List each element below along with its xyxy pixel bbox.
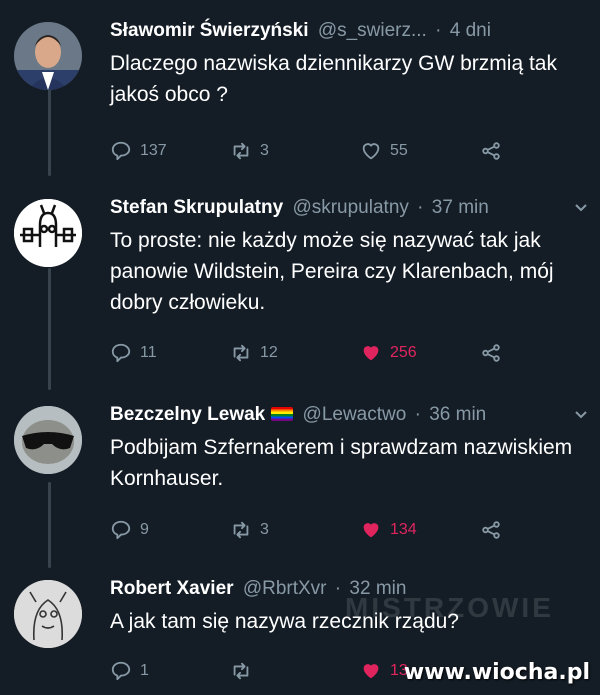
action-bar: 9 3 134 xyxy=(110,517,530,543)
tweet[interactable]: Stefan Skrupulatny @skrupulatny · 37 min… xyxy=(0,195,600,385)
reply-count: 11 xyxy=(140,344,157,361)
like-button[interactable]: 256 xyxy=(360,340,417,366)
avatar-photo xyxy=(14,22,82,90)
reply-button[interactable]: 11 xyxy=(110,340,157,366)
heart-filled-icon xyxy=(363,523,379,538)
retweet-button[interactable]: 12 xyxy=(230,340,278,366)
tweet[interactable]: Bezczelny Lewak @Lewactwo · 36 min Podbi… xyxy=(0,402,600,562)
avatar-drawing xyxy=(14,199,82,267)
tweet-header: Bezczelny Lewak @Lewactwo · 36 min xyxy=(110,402,486,428)
site-watermark: www.wiocha.pl xyxy=(403,660,590,685)
separator-dot: · xyxy=(435,20,442,41)
timestamp[interactable]: 36 min xyxy=(429,404,486,425)
timestamp[interactable]: 4 dni xyxy=(450,20,491,41)
reply-icon xyxy=(111,661,131,681)
reply-icon xyxy=(111,520,131,540)
ghost-watermark: MISTRZOWIE xyxy=(345,592,554,623)
tweet-header: Sławomir Świerzyński @s_swierz... · 4 dn… xyxy=(110,18,491,44)
retweet-icon xyxy=(233,521,249,539)
reply-button[interactable]: 1 xyxy=(110,658,149,684)
retweet-count: 3 xyxy=(260,142,269,159)
author-handle[interactable]: @skrupulatny xyxy=(292,197,408,218)
tweet-text: Podbijam Szfernakerem i sprawdzam nazwis… xyxy=(110,436,573,490)
action-bar: 137 3 55 xyxy=(110,138,530,164)
tweet-text: Dlaczego nazwiska dziennikarzy GW brzmią… xyxy=(110,52,557,106)
like-button[interactable]: 13 xyxy=(360,658,408,684)
retweet-icon xyxy=(233,142,249,160)
author-handle[interactable]: @s_swierz... xyxy=(318,20,427,41)
avatar[interactable] xyxy=(14,22,82,90)
reply-button[interactable]: 137 xyxy=(110,138,167,164)
heart-filled-icon xyxy=(363,346,379,361)
tweet-header: Stefan Skrupulatny @skrupulatny · 37 min xyxy=(110,195,489,221)
tweet[interactable]: Sławomir Świerzyński @s_swierz... · 4 dn… xyxy=(0,18,600,178)
share-icon xyxy=(482,344,500,362)
reply-count: 137 xyxy=(140,142,167,159)
retweet-button[interactable] xyxy=(230,658,260,684)
reply-count: 9 xyxy=(140,521,149,538)
avatar-drawing xyxy=(14,580,82,648)
chevron-down-icon[interactable] xyxy=(572,199,590,217)
share-icon xyxy=(482,142,500,160)
retweet-icon xyxy=(233,662,249,680)
tweet-text: To proste: nie każdy może się nazywać ta… xyxy=(110,229,554,314)
heart-outline-icon xyxy=(362,143,380,160)
author-handle[interactable]: @Lewactwo xyxy=(303,404,407,425)
author-name[interactable]: Stefan Skrupulatny xyxy=(110,197,283,218)
retweet-icon xyxy=(233,344,249,362)
action-bar: 11 12 256 xyxy=(110,340,530,366)
reply-count: 1 xyxy=(140,662,149,679)
separator-dot: · xyxy=(417,197,424,218)
avatar[interactable] xyxy=(14,406,82,474)
author-name[interactable]: Bezczelny Lewak xyxy=(110,404,265,425)
separator-dot: · xyxy=(414,404,421,425)
like-count: 134 xyxy=(390,521,417,538)
retweet-count: 3 xyxy=(260,521,269,538)
rainbow-flag-icon xyxy=(271,407,294,421)
like-count: 256 xyxy=(390,344,417,361)
retweet-button[interactable]: 3 xyxy=(230,517,269,543)
share-button[interactable] xyxy=(480,138,510,164)
avatar[interactable] xyxy=(14,580,82,648)
timestamp[interactable]: 37 min xyxy=(432,197,489,218)
avatar-photo xyxy=(14,406,82,474)
separator-dot: · xyxy=(334,578,342,599)
like-button[interactable]: 55 xyxy=(360,138,408,164)
retweet-button[interactable]: 3 xyxy=(230,138,269,164)
heart-filled-icon xyxy=(363,664,379,679)
reply-icon xyxy=(111,343,131,363)
author-name[interactable]: Robert Xavier xyxy=(110,578,234,599)
share-icon xyxy=(482,521,500,539)
chevron-down-icon[interactable] xyxy=(572,406,590,424)
like-count: 55 xyxy=(390,142,408,159)
avatar[interactable] xyxy=(14,199,82,267)
reply-button[interactable]: 9 xyxy=(110,517,149,543)
like-button[interactable]: 134 xyxy=(360,517,417,543)
share-button[interactable] xyxy=(480,340,510,366)
reply-icon xyxy=(111,141,131,161)
share-button[interactable] xyxy=(480,517,510,543)
author-handle[interactable]: @RbrtXvr xyxy=(243,578,327,599)
author-name[interactable]: Sławomir Świerzyński xyxy=(110,20,309,41)
retweet-count: 12 xyxy=(260,344,278,361)
